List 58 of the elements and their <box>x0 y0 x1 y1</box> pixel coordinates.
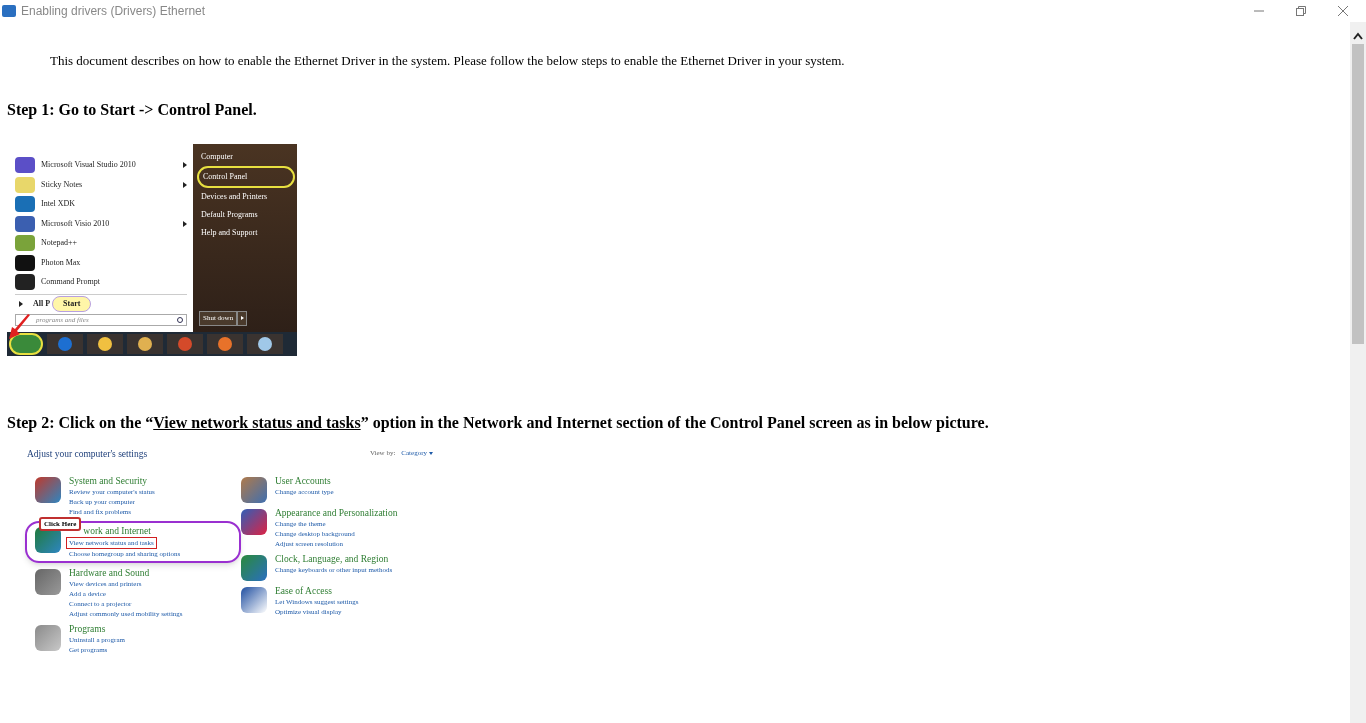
submenu-arrow-icon <box>183 162 187 169</box>
start-menu-place[interactable]: Help and Support <box>199 223 293 242</box>
program-item[interactable]: Sticky Notes <box>41 178 177 191</box>
start-orb-icon[interactable] <box>9 332 43 355</box>
category-title[interactable]: Appearance and Personalization <box>275 506 398 519</box>
close-icon[interactable] <box>1338 6 1348 16</box>
start-menu-place[interactable]: Default Programs <box>199 205 293 224</box>
submenu-arrow-icon <box>183 220 187 227</box>
category-icon <box>241 554 267 581</box>
category-title[interactable]: Programs <box>69 622 106 635</box>
category-icon <box>241 508 267 535</box>
program-icon <box>15 235 35 252</box>
program-icon <box>15 254 35 271</box>
taskbar-app-icon[interactable] <box>87 333 123 354</box>
start-menu-place[interactable]: Control Panel <box>197 165 295 188</box>
step-heading: Step 2: Click on the “View network status and tasks” option in the Network and Internet section of the Control Panel screen as in below picture. <box>7 412 990 434</box>
taskbar-app-icon[interactable] <box>127 333 163 354</box>
category-icon <box>35 624 61 651</box>
category-icon <box>35 568 61 595</box>
restore-icon[interactable] <box>1296 6 1306 16</box>
program-icon <box>15 157 35 174</box>
category-icon <box>35 476 61 503</box>
program-icon <box>15 176 35 193</box>
program-icon <box>15 274 35 291</box>
program-icon <box>15 196 35 213</box>
category-title[interactable]: Ease of Access <box>275 584 332 597</box>
program-icon <box>15 215 35 232</box>
control-panel-heading: Adjust your computer's settings <box>27 447 149 461</box>
start-callout: Start <box>52 295 92 312</box>
caret-icon <box>429 452 433 456</box>
program-item[interactable]: Command Prompt <box>41 276 187 289</box>
intro-paragraph: This document describes on how to enable the Ethernet Driver in the system. Please follow the below steps to enable the Ethernet Driver in your system. <box>50 52 846 70</box>
program-item[interactable]: Notepad++ <box>41 237 187 250</box>
category-icon <box>241 586 267 613</box>
category-title[interactable]: work and Internet <box>83 524 151 537</box>
taskbar-app-icon[interactable] <box>247 333 283 354</box>
step-heading: Step 1: Go to Start -> Control Panel. <box>7 99 258 121</box>
arrow-icon <box>19 300 23 307</box>
start-menu-place[interactable]: Computer <box>199 147 293 166</box>
scrollbar[interactable] <box>1350 22 1366 723</box>
scrollbar-thumb[interactable] <box>1352 44 1364 344</box>
app-icon <box>2 5 16 17</box>
category-title[interactable]: Hardware and Sound <box>69 566 150 579</box>
program-item[interactable]: Microsoft Visio 2010 <box>41 217 177 230</box>
program-item[interactable]: Microsoft Visual Studio 2010 <box>41 159 177 172</box>
taskbar-app-icon[interactable] <box>207 333 243 354</box>
start-menu-place[interactable]: Devices and Printers <box>199 187 293 206</box>
pointer-arrow <box>9 313 31 340</box>
all-programs-item[interactable]: All P <box>33 297 51 310</box>
underlined-link[interactable]: View network status and tasks <box>153 413 361 431</box>
program-item[interactable]: Intel XDK <box>41 198 187 211</box>
window-title: Enabling drivers (Drivers) Ethernet <box>21 3 207 20</box>
category-title[interactable]: User Accounts <box>275 474 331 487</box>
program-item[interactable]: Photon Max <box>41 256 187 269</box>
category-title[interactable]: Clock, Language, and Region <box>275 552 389 565</box>
submenu-arrow-icon <box>183 181 187 188</box>
category-icon <box>241 476 267 503</box>
category-title[interactable]: System and Security <box>69 474 148 487</box>
